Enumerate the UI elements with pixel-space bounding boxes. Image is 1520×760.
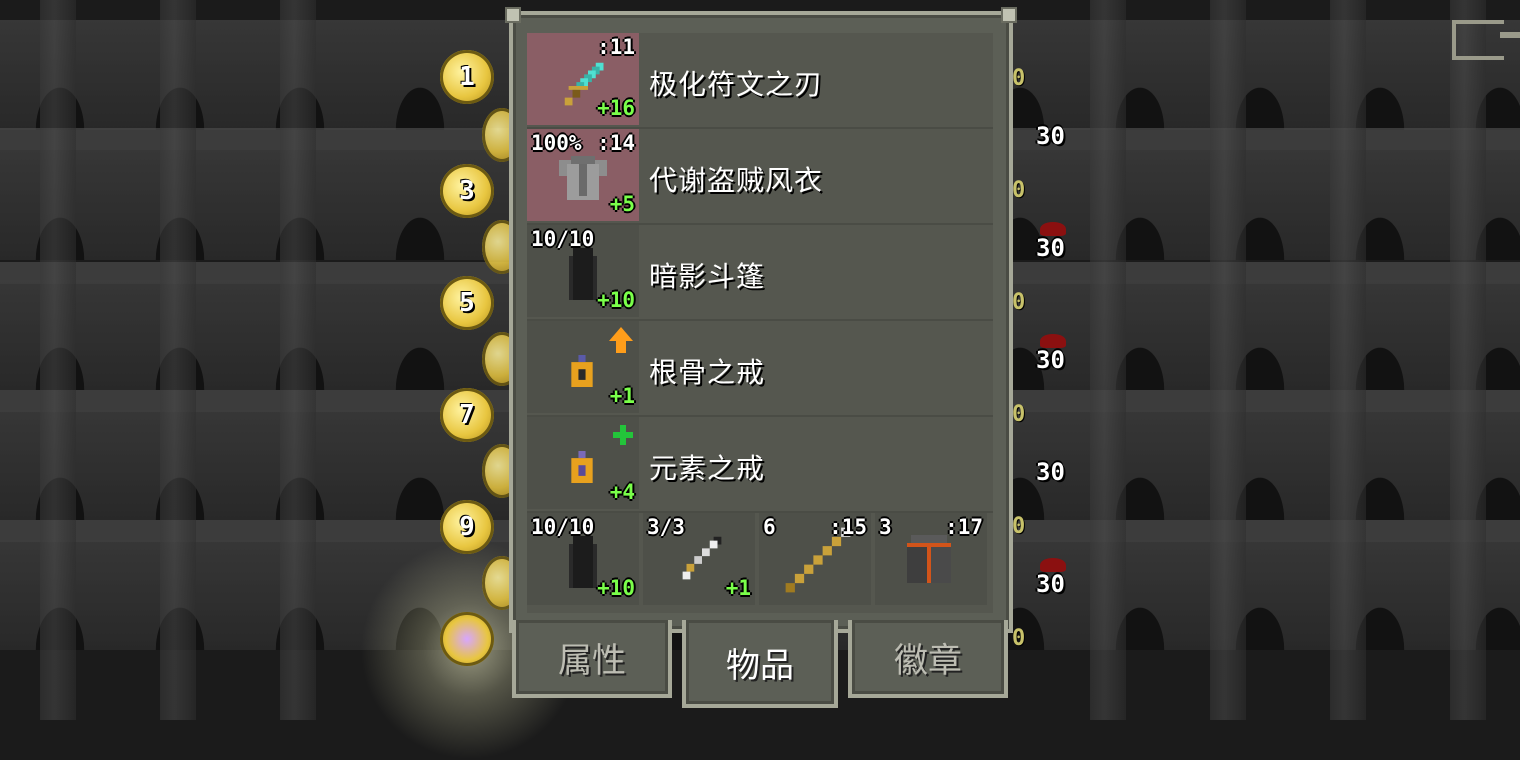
- upgrade-arrow-icon: [609, 327, 633, 353]
- slot-level: :17: [945, 515, 983, 539]
- equipment-list: :11 +16 极化符文之刃 100% :14 +5 代谢盗贼风衣 10/10 …: [527, 33, 993, 613]
- inventory-panel: :11 +16 极化符文之刃 100% :14 +5 代谢盗贼风衣 10/10 …: [505, 7, 1017, 633]
- green-plus-icon: [613, 425, 633, 445]
- ammo-count: 30: [1036, 334, 1066, 374]
- quickslot-badge-1[interactable]: 1: [440, 50, 494, 104]
- armor-icon: [559, 156, 607, 200]
- equipment-row-ring-1[interactable]: +1 根骨之戒: [527, 321, 993, 417]
- item-slot[interactable]: 10/10 +10: [527, 225, 639, 317]
- ammo-count: 30: [1036, 558, 1066, 598]
- item-slot[interactable]: :11 +16: [527, 33, 639, 125]
- cloak-icon: [569, 536, 597, 588]
- slot-bonus: +4: [609, 480, 635, 504]
- cloak-icon: [569, 248, 597, 300]
- item-mark: 0: [1012, 66, 1026, 91]
- quick-items-row: 10/10 +10 3/3 +1 6:15 3:17: [527, 513, 993, 609]
- equipment-row-weapon[interactable]: :11 +16 极化符文之刃: [527, 33, 993, 129]
- slot-quantity: 6: [763, 515, 776, 539]
- item-name: 根骨之戒: [649, 356, 766, 389]
- item-mark: 0: [1012, 402, 1026, 427]
- ring-icon: [571, 355, 593, 387]
- tab-stats[interactable]: 属性: [512, 620, 672, 698]
- slot-bonus: +10: [597, 288, 635, 312]
- ring-icon: [571, 451, 593, 483]
- tab-items[interactable]: 物品: [682, 620, 838, 708]
- equipment-row-armor[interactable]: 100% :14 +5 代谢盗贼风衣: [527, 129, 993, 225]
- item-mark: 0: [1012, 626, 1026, 651]
- slot-level: :14: [597, 131, 635, 155]
- item-name: 极化符文之刃: [649, 68, 824, 101]
- item-slot[interactable]: +4: [527, 417, 639, 509]
- slot-level: :15: [829, 515, 867, 539]
- slot-bonus: +1: [725, 576, 751, 600]
- item-mark: 0: [1012, 178, 1026, 203]
- quick-slot[interactable]: 3/3 +1: [643, 513, 755, 605]
- item-mark: 0: [1012, 514, 1026, 539]
- slot-bonus: +10: [597, 576, 635, 600]
- equipment-row-artifact[interactable]: 10/10 +10 暗影斗篷: [527, 225, 993, 321]
- quickslot-badge-9[interactable]: 9: [440, 500, 494, 554]
- ammo-count: 30: [1036, 458, 1065, 486]
- slot-bonus: +5: [609, 192, 635, 216]
- quick-slot[interactable]: 6 :15: [759, 513, 871, 605]
- item-name: 暗影斗篷: [649, 260, 766, 293]
- item-name: 代谢盗贼风衣: [649, 164, 824, 197]
- ammo-count: 30: [1036, 122, 1065, 150]
- quickslot-badge-3[interactable]: 3: [440, 164, 494, 218]
- slot-bonus: +1: [609, 384, 635, 408]
- exit-icon[interactable]: [1452, 20, 1520, 60]
- item-mark: 0: [1012, 290, 1026, 315]
- quick-slot[interactable]: 10/10 +10: [527, 513, 639, 605]
- ammo-count: 30: [1036, 222, 1066, 262]
- slot-bonus: +16: [597, 96, 635, 120]
- slot-charge: 10/10: [531, 227, 595, 251]
- quickslot-badge-7[interactable]: 7: [440, 388, 494, 442]
- item-name: 元素之戒: [649, 452, 766, 485]
- tab-badges[interactable]: 徽章: [848, 620, 1008, 698]
- slot-durability: 100%: [531, 131, 582, 155]
- quickslot-badge-selected[interactable]: [440, 612, 494, 666]
- slot-quantity: 3: [879, 515, 892, 539]
- slot-level: :11: [597, 35, 635, 59]
- item-slot[interactable]: +1: [527, 321, 639, 413]
- equipment-row-ring-2[interactable]: +4 元素之戒: [527, 417, 993, 513]
- quickslot-badge-5[interactable]: 5: [440, 276, 494, 330]
- slot-charge: 3/3: [647, 515, 685, 539]
- slot-charge: 10/10: [531, 515, 595, 539]
- item-slot[interactable]: 100% :14 +5: [527, 129, 639, 221]
- cube-icon: [907, 535, 951, 583]
- quick-slot[interactable]: 3 :17: [875, 513, 987, 605]
